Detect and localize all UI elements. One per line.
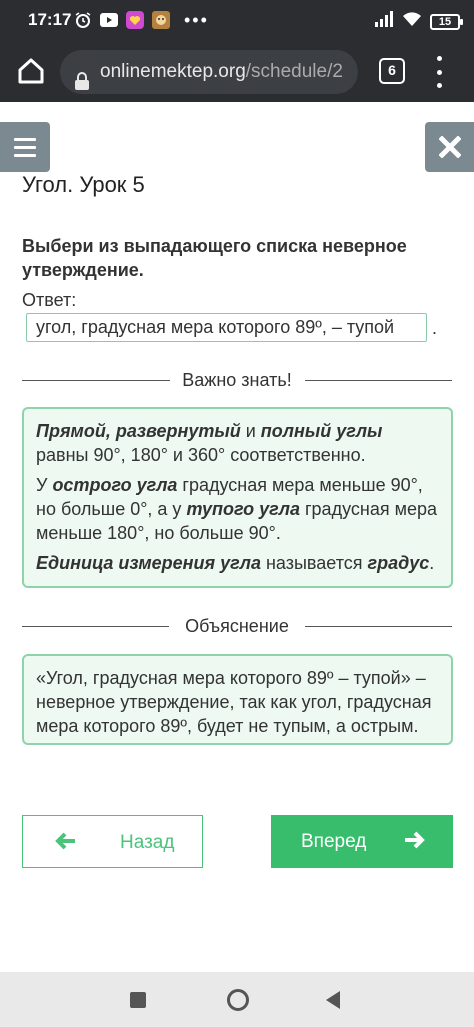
next-button-label: Вперед (301, 831, 367, 852)
url-domain: onlinemektep.org (100, 61, 246, 82)
page-title: Угол. Урок 5 (22, 172, 145, 197)
explanation-text: «Угол, градусная мера которого 89º – туп… (36, 668, 432, 736)
app-icon-2 (152, 11, 170, 29)
menu-button[interactable] (0, 122, 50, 172)
answer-label: Ответ: (22, 290, 77, 310)
important-heading: Важно знать! (182, 370, 292, 390)
home-circle-icon[interactable] (227, 989, 249, 1011)
battery-icon: 15 (430, 13, 463, 30)
explanation-box: «Угол, градусная мера которого 89º – туп… (22, 654, 453, 745)
notification-icons: ••• (74, 11, 209, 29)
status-bar: 17:17 ••• 15 (0, 0, 474, 42)
back-triangle-icon[interactable] (326, 991, 340, 1009)
browser-toolbar: onlinemektep.org/schedule/2 6 (0, 42, 474, 102)
answer-dropdown[interactable]: угол, градусная мера которого 89º, – туп… (26, 313, 427, 342)
system-icons: 15 (374, 11, 463, 32)
lock-icon (74, 63, 90, 90)
home-icon[interactable] (14, 54, 48, 88)
system-nav-bar (0, 972, 474, 1027)
alarm-icon (74, 11, 92, 29)
important-divider: Важно знать! (22, 368, 452, 392)
recents-icon[interactable] (130, 992, 146, 1008)
youtube-icon (100, 11, 118, 29)
app-icon (126, 11, 144, 29)
address-bar[interactable]: onlinemektep.org/schedule/2 (60, 50, 358, 94)
back-button[interactable]: Назад (22, 815, 203, 868)
close-icon (438, 136, 461, 158)
back-button-label: Назад (120, 832, 175, 853)
explanation-divider: Объяснение (22, 614, 452, 638)
browser-menu-icon[interactable] (432, 56, 446, 88)
arrow-left-icon (55, 832, 77, 856)
info-paragraph-1: Прямой, развернутый и полный углы равны … (36, 421, 383, 465)
info-paragraph-2: У острого угла градусная мера меньше 90°… (36, 475, 437, 543)
url-path: /schedule/2 (245, 61, 343, 82)
important-info-box: Прямой, развернутый и полный углы равны … (22, 407, 453, 588)
close-button[interactable] (425, 122, 474, 172)
status-time: 17:17 (28, 10, 72, 29)
answer-suffix: . (432, 318, 438, 338)
arrow-right-icon (403, 831, 425, 855)
wifi-icon (402, 11, 422, 32)
more-icon: ••• (184, 10, 209, 30)
next-button[interactable]: Вперед (271, 815, 453, 868)
tab-switcher-button[interactable]: 6 (379, 58, 405, 84)
signal-icon (374, 11, 394, 32)
question-text: Выбери из выпадающего списка неверное ут… (22, 236, 407, 280)
info-paragraph-3: Единица измерения угла называется градус… (36, 553, 435, 573)
explanation-heading: Объяснение (185, 616, 289, 636)
